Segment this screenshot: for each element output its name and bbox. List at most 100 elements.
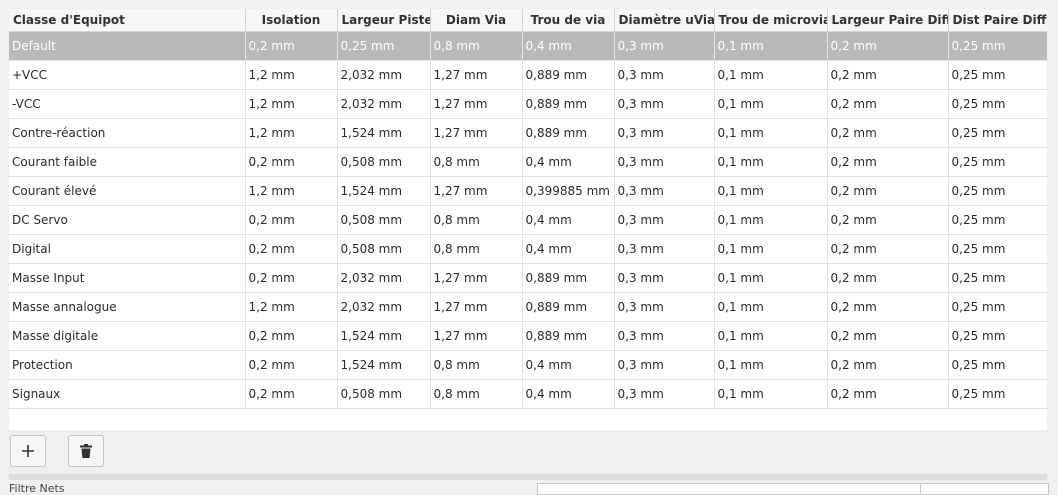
cell-clearance[interactable]: 0,2 mm (245, 205, 338, 235)
cell-uvia-diameter[interactable]: 0,3 mm (614, 321, 715, 351)
cell-diffpair-width[interactable]: 0,2 mm (827, 350, 949, 380)
cell-microvia-drill[interactable]: 0,1 mm (714, 89, 828, 119)
cell-netclass[interactable]: -VCC (9, 89, 246, 119)
cell-microvia-drill[interactable]: 0,1 mm (714, 176, 828, 206)
cell-uvia-diameter[interactable]: 0,3 mm (614, 176, 715, 206)
cell-diffpair-gap[interactable]: 0,25 mm (948, 147, 1047, 177)
cell-via-diameter[interactable]: 1,27 mm (430, 89, 523, 119)
cell-track-width[interactable]: 1,524 mm (337, 321, 431, 351)
cell-netclass[interactable]: Signaux (9, 379, 246, 409)
cell-uvia-diameter[interactable]: 0,3 mm (614, 60, 715, 90)
table-row[interactable]: Masse Input 0,2 mm 2,032 mm 1,27 mm 0,889 mm… (9, 263, 1047, 293)
cell-via-diameter[interactable]: 1,27 mm (430, 118, 523, 148)
cell-via-drill[interactable]: 0,889 mm (522, 60, 615, 90)
cell-track-width[interactable]: 1,524 mm (337, 118, 431, 148)
cell-via-drill[interactable]: 0,4 mm (522, 205, 615, 235)
cell-microvia-drill[interactable]: 0,1 mm (714, 147, 828, 177)
table-row[interactable]: Signaux 0,2 mm 0,508 mm 0,8 mm 0,4 mm 0,3 mm 0… (9, 379, 1047, 409)
cell-microvia-drill[interactable]: 0,1 mm (714, 379, 828, 409)
cell-netclass[interactable]: Contre-réaction (9, 118, 246, 148)
cell-via-drill[interactable]: 0,889 mm (522, 89, 615, 119)
cell-netclass[interactable]: Digital (9, 234, 246, 264)
cell-diffpair-width[interactable]: 0,2 mm (827, 31, 949, 61)
cell-via-diameter[interactable]: 0,8 mm (430, 234, 523, 264)
cell-netclass[interactable]: Protection (9, 350, 246, 380)
cell-microvia-drill[interactable]: 0,1 mm (714, 292, 828, 322)
table-row[interactable]: Courant élevé 1,2 mm 1,524 mm 1,27 mm 0,3998… (9, 176, 1047, 206)
table-row[interactable]: DC Servo 0,2 mm 0,508 mm 0,8 mm 0,4 mm 0,3 mm… (9, 205, 1047, 235)
cell-diffpair-gap[interactable]: 0,25 mm (948, 263, 1047, 293)
table-row[interactable]: Masse annalogue 1,2 mm 2,032 mm 1,27 mm 0,88… (9, 292, 1047, 322)
cell-netclass[interactable]: DC Servo (9, 205, 246, 235)
cell-via-diameter[interactable]: 1,27 mm (430, 60, 523, 90)
cell-microvia-drill[interactable]: 0,1 mm (714, 263, 828, 293)
panel-splitter[interactable] (9, 474, 1047, 480)
cell-via-diameter[interactable]: 0,8 mm (430, 350, 523, 380)
cell-diffpair-width[interactable]: 0,2 mm (827, 321, 949, 351)
cell-track-width[interactable]: 0,508 mm (337, 147, 431, 177)
cell-track-width[interactable]: 2,032 mm (337, 60, 431, 90)
table-row[interactable]: Protection 0,2 mm 1,524 mm 0,8 mm 0,4 mm 0,3 … (9, 350, 1047, 380)
cell-via-drill[interactable]: 0,889 mm (522, 292, 615, 322)
cell-netclass[interactable]: Courant faible (9, 147, 246, 177)
cell-clearance[interactable]: 1,2 mm (245, 176, 338, 206)
cell-clearance[interactable]: 0,2 mm (245, 263, 338, 293)
cell-diffpair-gap[interactable]: 0,25 mm (948, 118, 1047, 148)
cell-via-drill[interactable]: 0,4 mm (522, 234, 615, 264)
col-header-track-width[interactable]: Largeur Piste (337, 9, 431, 32)
cell-clearance[interactable]: 0,2 mm (245, 350, 338, 380)
cell-clearance[interactable]: 1,2 mm (245, 60, 338, 90)
col-header-microvia-drill[interactable]: Trou de microvia (714, 9, 828, 32)
cell-clearance[interactable]: 1,2 mm (245, 89, 338, 119)
cell-netclass[interactable]: Masse annalogue (9, 292, 246, 322)
add-netclass-button[interactable] (10, 435, 46, 467)
cell-diffpair-gap[interactable]: 0,25 mm (948, 176, 1047, 206)
cell-via-drill[interactable]: 0,889 mm (522, 321, 615, 351)
cell-via-diameter[interactable]: 0,8 mm (430, 205, 523, 235)
cell-netclass[interactable]: +VCC (9, 60, 246, 90)
cell-uvia-diameter[interactable]: 0,3 mm (614, 31, 715, 61)
cell-clearance[interactable]: 1,2 mm (245, 118, 338, 148)
cell-via-diameter[interactable]: 1,27 mm (430, 263, 523, 293)
cell-track-width[interactable]: 1,524 mm (337, 350, 431, 380)
cell-clearance[interactable]: 0,2 mm (245, 321, 338, 351)
cell-uvia-diameter[interactable]: 0,3 mm (614, 263, 715, 293)
cell-diffpair-gap[interactable]: 0,25 mm (948, 31, 1047, 61)
netclass-grid[interactable]: Classe d'Equipot Isolation Largeur Piste… (9, 9, 1047, 430)
cell-track-width[interactable]: 0,508 mm (337, 205, 431, 235)
cell-diffpair-width[interactable]: 0,2 mm (827, 379, 949, 409)
cell-diffpair-width[interactable]: 0,2 mm (827, 263, 949, 293)
cell-via-diameter[interactable]: 0,8 mm (430, 379, 523, 409)
cell-uvia-diameter[interactable]: 0,3 mm (614, 118, 715, 148)
cell-microvia-drill[interactable]: 0,1 mm (714, 321, 828, 351)
cell-diffpair-gap[interactable]: 0,25 mm (948, 292, 1047, 322)
cell-microvia-drill[interactable]: 0,1 mm (714, 350, 828, 380)
cell-clearance[interactable]: 0,2 mm (245, 234, 338, 264)
cell-via-drill[interactable]: 0,889 mm (522, 118, 615, 148)
col-header-uvia-diameter[interactable]: Diamètre uVia (614, 9, 715, 32)
cell-diffpair-gap[interactable]: 0,25 mm (948, 234, 1047, 264)
cell-uvia-diameter[interactable]: 0,3 mm (614, 292, 715, 322)
filter-input[interactable] (537, 483, 1049, 495)
cell-via-drill[interactable]: 0,399885 mm (522, 176, 615, 206)
cell-microvia-drill[interactable]: 0,1 mm (714, 234, 828, 264)
delete-netclass-button[interactable] (68, 435, 104, 467)
cell-diffpair-width[interactable]: 0,2 mm (827, 147, 949, 177)
col-header-via-drill[interactable]: Trou de via (522, 9, 615, 32)
cell-via-drill[interactable]: 0,4 mm (522, 147, 615, 177)
cell-netclass[interactable]: Masse Input (9, 263, 246, 293)
cell-netclass[interactable]: Masse digitale (9, 321, 246, 351)
cell-diffpair-width[interactable]: 0,2 mm (827, 118, 949, 148)
cell-via-diameter[interactable]: 1,27 mm (430, 292, 523, 322)
col-header-netclass[interactable]: Classe d'Equipot (9, 9, 246, 32)
cell-uvia-diameter[interactable]: 0,3 mm (614, 89, 715, 119)
cell-netclass[interactable]: Default (9, 31, 246, 61)
cell-netclass[interactable]: Courant élevé (9, 176, 246, 206)
cell-clearance[interactable]: 0,2 mm (245, 379, 338, 409)
cell-uvia-diameter[interactable]: 0,3 mm (614, 234, 715, 264)
cell-diffpair-width[interactable]: 0,2 mm (827, 89, 949, 119)
cell-diffpair-width[interactable]: 0,2 mm (827, 292, 949, 322)
cell-uvia-diameter[interactable]: 0,3 mm (614, 379, 715, 409)
cell-clearance[interactable]: 0,2 mm (245, 31, 338, 61)
col-header-diffpair-width[interactable]: Largeur Paire Diff (827, 9, 949, 32)
